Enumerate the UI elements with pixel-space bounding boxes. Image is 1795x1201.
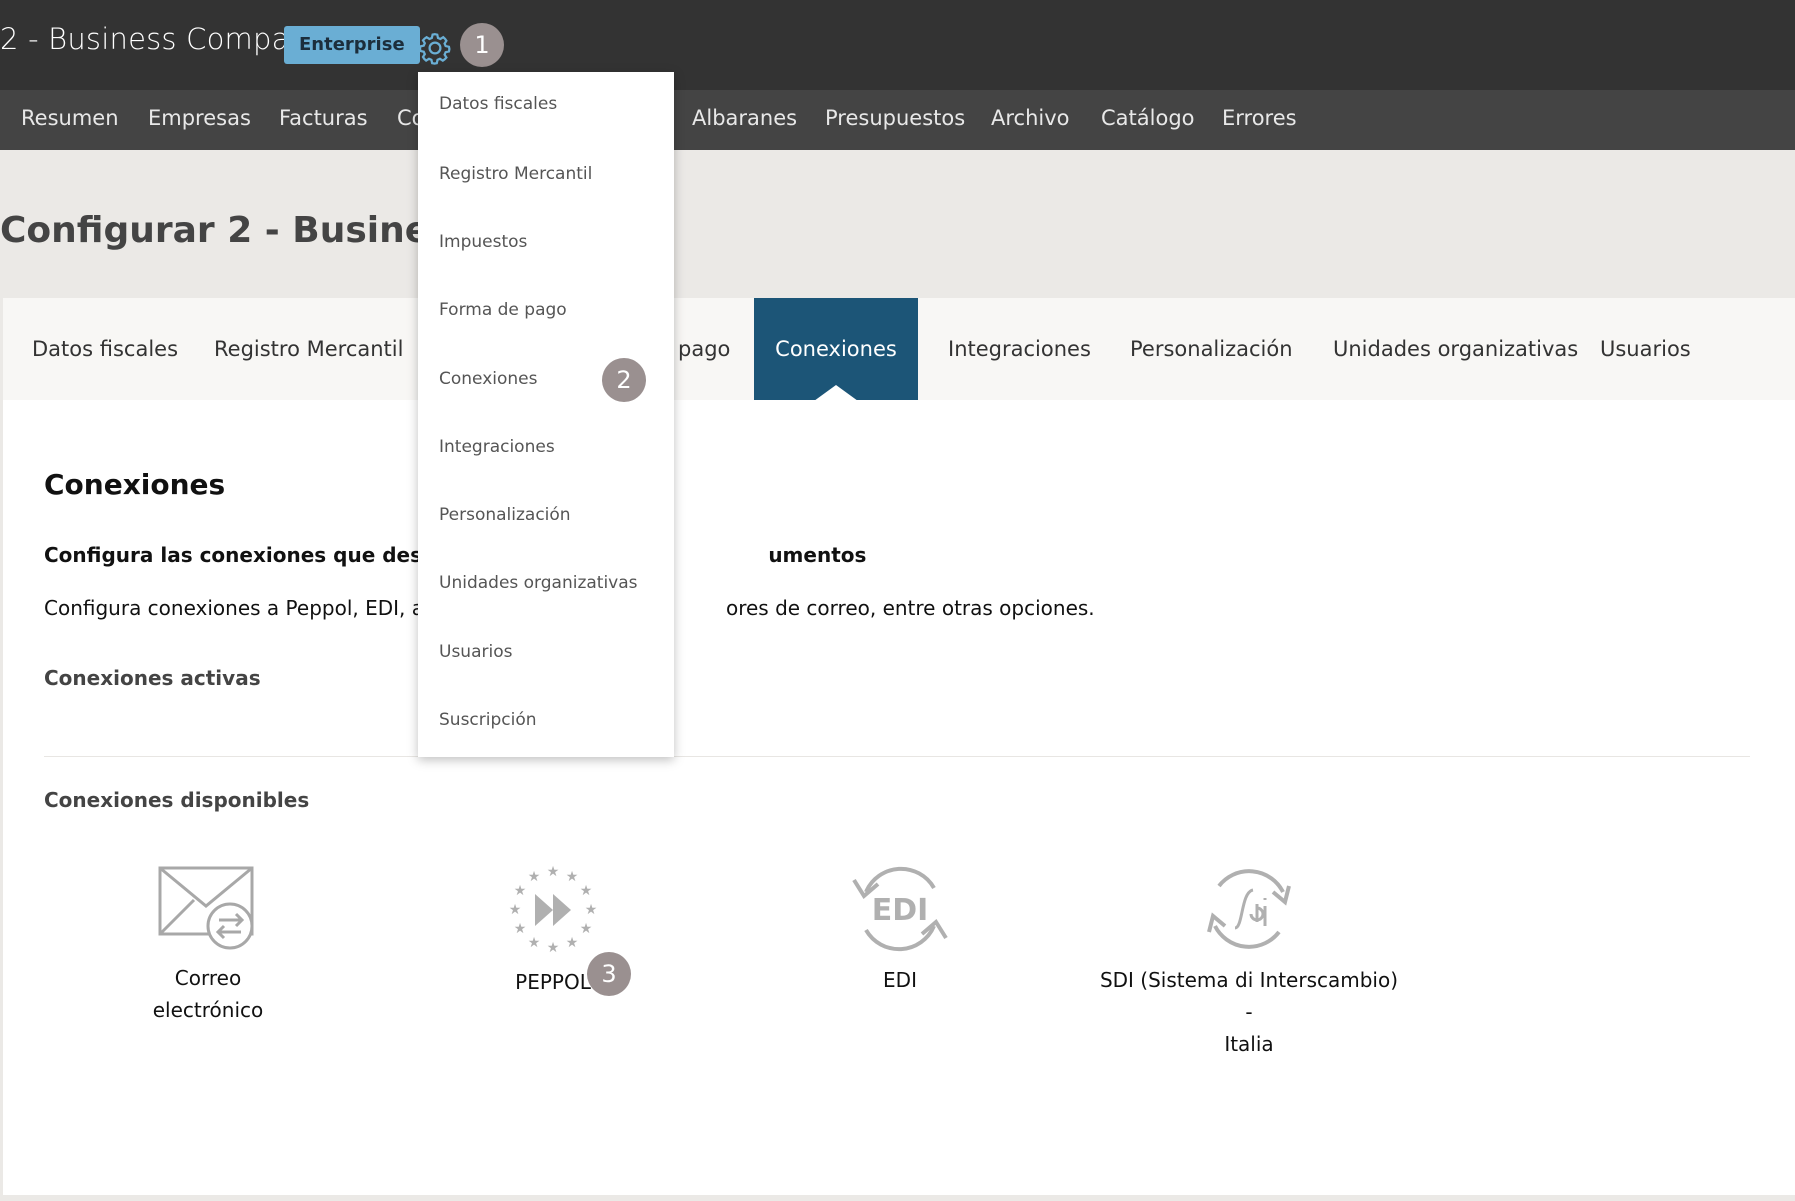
connection-label-line1: SDI (Sistema di Interscambio) -: [1099, 968, 1399, 1024]
nav-item-empresas[interactable]: Empresas: [148, 106, 251, 130]
svg-text:★: ★: [585, 902, 598, 918]
svg-text:★: ★: [514, 883, 527, 899]
tab-unidades-organizativas[interactable]: Unidades organizativas: [1333, 298, 1578, 400]
divider: [44, 756, 1750, 757]
menu-item-forma-de-pago[interactable]: Forma de pago: [439, 300, 567, 320]
menu-item-usuarios[interactable]: Usuarios: [439, 642, 512, 662]
svg-text:★: ★: [547, 940, 560, 956]
envelope-exchange-icon: [158, 866, 254, 950]
settings-tabs: Datos fiscales Registro Mercantil pago C…: [3, 298, 1795, 400]
svg-text:★: ★: [509, 902, 522, 918]
menu-item-unidades-organizativas[interactable]: Unidades organizativas: [439, 573, 638, 593]
sdi-cycle-icon: [1207, 869, 1291, 949]
nav-item-errores[interactable]: Errores: [1222, 106, 1297, 130]
step-marker-2: 2: [602, 358, 646, 402]
svg-text:EDI: EDI: [872, 893, 929, 928]
tab-forma-de-pago[interactable]: pago: [678, 298, 730, 400]
connection-peppol[interactable]: ★ ★ ★ ★ ★ ★ ★ ★ ★ ★ ★ ★ PEPPOL 3: [483, 862, 631, 998]
tab-datos-fiscales[interactable]: Datos fiscales: [32, 298, 178, 400]
svg-text:★: ★: [580, 883, 593, 899]
step-marker-3: 3: [587, 952, 631, 996]
nav-item-albaranes[interactable]: Albaranes: [692, 106, 797, 130]
peppol-stars-icon: ★ ★ ★ ★ ★ ★ ★ ★ ★ ★ ★ ★: [509, 864, 598, 956]
connection-sdi[interactable]: SDI (Sistema di Interscambio) - Italia: [1099, 862, 1399, 1060]
section-title: Conexiones: [44, 468, 226, 501]
desc-right: ores de correo, entre otras opciones.: [725, 596, 1095, 620]
company-name: 2 - Business Company: [0, 22, 326, 56]
svg-text:★: ★: [566, 869, 579, 885]
svg-text:★: ★: [528, 935, 541, 951]
top-header: 2 - Business Company Enterprise 1: [0, 0, 1795, 90]
tab-usuarios[interactable]: Usuarios: [1600, 298, 1691, 400]
subtitle-right: umentos: [768, 543, 867, 567]
tab-integraciones[interactable]: Integraciones: [948, 298, 1091, 400]
svg-text:★: ★: [528, 869, 541, 885]
svg-text:★: ★: [566, 935, 579, 951]
tab-conexiones[interactable]: Conexiones: [754, 298, 918, 400]
desc-left: Configura conexiones a Peppol, EDI, admi…: [44, 596, 470, 620]
main-nav: Resumen Empresas Facturas Co Albaranes P…: [0, 90, 1795, 150]
nav-item-resumen[interactable]: Resumen: [21, 106, 119, 130]
active-connections-heading: Conexiones activas: [44, 666, 261, 690]
available-connections-heading: Conexiones disponibles: [44, 788, 310, 812]
connection-email[interactable]: Correo electrónico: [118, 862, 298, 1026]
menu-item-conexiones[interactable]: Conexiones: [439, 369, 537, 389]
menu-item-personalizacion[interactable]: Personalización: [439, 505, 571, 525]
menu-item-suscripcion[interactable]: Suscripción: [439, 710, 537, 730]
nav-item-facturas[interactable]: Facturas: [279, 106, 368, 130]
menu-item-impuestos[interactable]: Impuestos: [439, 232, 527, 252]
nav-item-archivo[interactable]: Archivo: [991, 106, 1070, 130]
menu-item-integraciones[interactable]: Integraciones: [439, 437, 555, 457]
edi-cycle-icon: EDI: [852, 866, 948, 952]
nav-item-catalogo[interactable]: Catálogo: [1101, 106, 1195, 130]
tab-personalizacion[interactable]: Personalización: [1130, 298, 1293, 400]
svg-text:★: ★: [580, 921, 593, 937]
nav-item-presupuestos[interactable]: Presupuestos: [825, 106, 965, 130]
plan-badge: Enterprise: [284, 26, 420, 64]
connection-label-line2: Italia: [1224, 1032, 1274, 1056]
svg-text:★: ★: [514, 921, 527, 937]
content-panel: Conexiones Configura las conexiones que …: [3, 400, 1795, 1195]
page-bottom-edge: [0, 1195, 1795, 1201]
tab-registro-mercantil[interactable]: Registro Mercantil: [214, 298, 403, 400]
gear-icon[interactable]: [417, 30, 453, 66]
menu-item-datos-fiscales[interactable]: Datos fiscales: [439, 94, 557, 114]
connection-edi[interactable]: EDI EDI: [825, 862, 975, 996]
connection-label: EDI: [883, 968, 917, 992]
settings-dropdown-menu: Datos fiscales Registro Mercantil Impues…: [418, 72, 674, 757]
menu-item-registro-mercantil[interactable]: Registro Mercantil: [439, 164, 592, 184]
svg-text:★: ★: [547, 864, 560, 880]
connection-label: Correo electrónico: [152, 966, 264, 1022]
step-marker-1: 1: [460, 23, 504, 67]
